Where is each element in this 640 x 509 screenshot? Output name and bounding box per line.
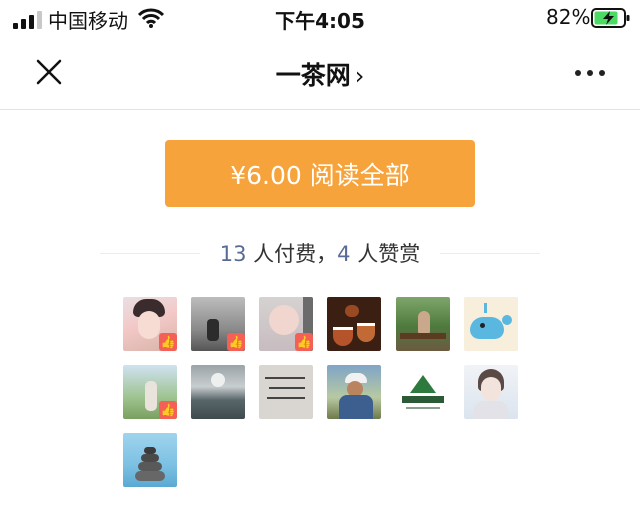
avatar-user-4[interactable]	[327, 297, 381, 351]
avatar-user-9[interactable]	[259, 365, 313, 419]
avatar-user-3[interactable]: 👍	[259, 297, 313, 351]
like-badge-icon: 👍	[295, 333, 313, 351]
avatar-user-2[interactable]: 👍	[191, 297, 245, 351]
paid-label: 人付费，	[246, 242, 338, 266]
summary-text: 13 人付费，4 人赞赏	[0, 238, 640, 268]
reward-count: 4	[337, 242, 351, 266]
avatar-user-7[interactable]: 👍	[123, 365, 177, 419]
avatar-user-6[interactable]	[464, 297, 518, 351]
paid-count: 13	[219, 242, 247, 266]
avatar-user-5[interactable]	[396, 297, 450, 351]
account-name: 一茶网	[275, 61, 351, 90]
navigation-bar: 一茶网 ›	[0, 36, 640, 110]
avatar-user-8[interactable]	[191, 365, 245, 419]
avatar-user-10[interactable]	[327, 365, 381, 419]
status-bar: 中国移动 下午4:05 82%	[0, 0, 640, 36]
clock-time: 下午4:05	[275, 9, 365, 33]
pay-read-all-button[interactable]: ¥6.00 阅读全部	[165, 140, 475, 207]
reward-label: 人赞赏	[350, 242, 421, 266]
chevron-right-icon: ›	[354, 62, 365, 90]
avatar-user-12[interactable]	[464, 365, 518, 419]
avatar-user-1[interactable]: 👍	[123, 297, 177, 351]
battery-percentage: 82%	[546, 5, 591, 29]
payment-summary: 13 人付费，4 人赞赏	[0, 238, 640, 268]
battery-charging-icon	[591, 8, 630, 28]
more-icon[interactable]	[575, 70, 605, 76]
account-title-link[interactable]: 一茶网 ›	[0, 56, 640, 92]
avatar-user-13[interactable]	[123, 433, 177, 487]
avatar-user-11[interactable]	[396, 365, 450, 419]
like-badge-icon: 👍	[227, 333, 245, 351]
like-badge-icon: 👍	[159, 401, 177, 419]
like-badge-icon: 👍	[159, 333, 177, 351]
